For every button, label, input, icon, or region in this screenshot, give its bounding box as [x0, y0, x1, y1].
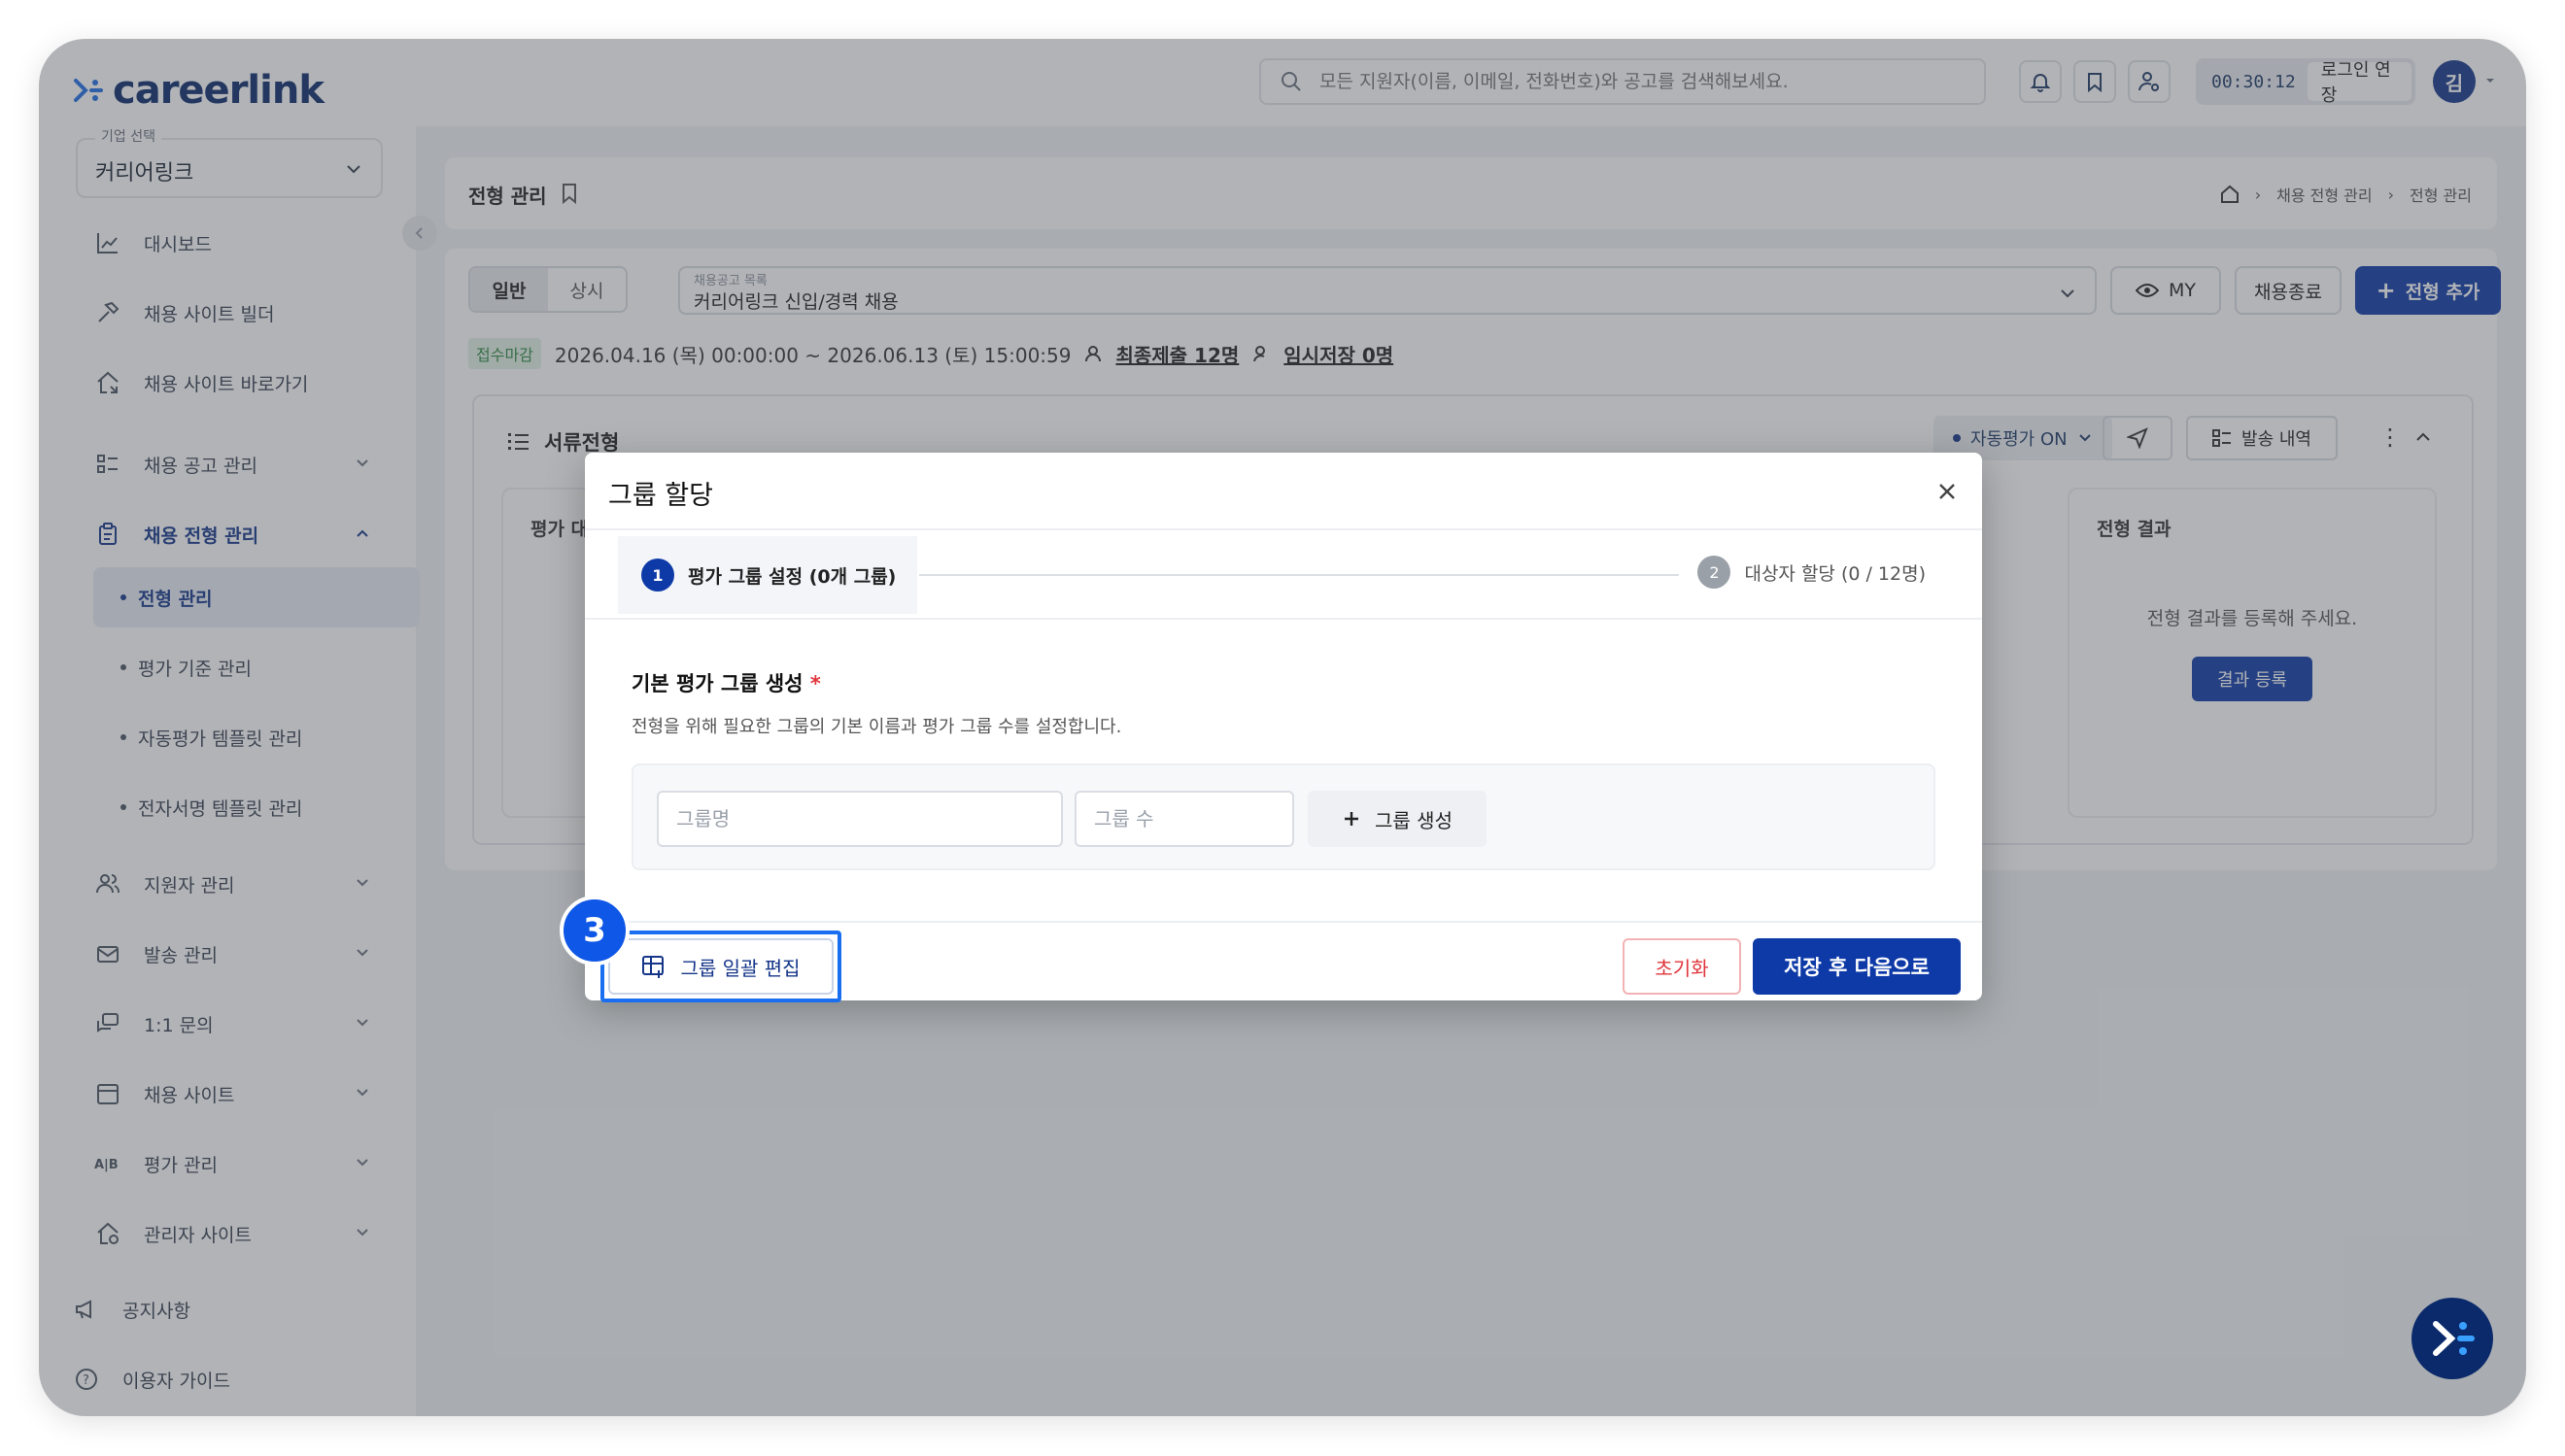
- group-name-input[interactable]: [676, 807, 1061, 830]
- reset-button[interactable]: 초기화: [1623, 938, 1741, 995]
- bulk-edit-label: 그룹 일괄 편집: [680, 956, 801, 980]
- step-1-label: 평가 그룹 설정 (0개 그룹): [688, 565, 897, 588]
- step-1[interactable]: 1 평가 그룹 설정 (0개 그룹): [618, 536, 918, 614]
- close-button[interactable]: [1932, 476, 1963, 507]
- section-title: 기본 평가 그룹 생성 *: [632, 668, 821, 697]
- chat-logo-icon: [2433, 1321, 2475, 1356]
- close-icon: [1939, 484, 1955, 499]
- step-2-number: 2: [1697, 556, 1731, 589]
- bulk-edit-group-button[interactable]: 그룹 일괄 편집: [608, 938, 834, 995]
- step-1-number: 1: [641, 559, 674, 592]
- callout-number-badge: 3: [560, 896, 630, 965]
- group-assign-modal: 그룹 할당 1 평가 그룹 설정 (0개 그룹) 2 대상자 할당 (0 / 1…: [560, 453, 1982, 1002]
- table-edit-icon: [642, 956, 665, 978]
- modal-footer-divider: [585, 921, 1982, 923]
- group-count-field[interactable]: [1075, 791, 1294, 847]
- modal-title: 그룹 할당: [608, 481, 713, 511]
- modal-header: 그룹 할당: [585, 453, 1982, 530]
- step-divider: [919, 574, 1679, 576]
- stepper: 1 평가 그룹 설정 (0개 그룹) 2 대상자 할당 (0 / 12명): [585, 530, 1982, 620]
- group-name-field[interactable]: [657, 791, 1063, 847]
- step-2[interactable]: 2 대상자 할당 (0 / 12명): [1697, 556, 1926, 589]
- plus-icon: [1345, 812, 1359, 826]
- chat-launcher-button[interactable]: [2411, 1298, 2493, 1379]
- app-window: careerlink 00:30:12 로그인 연장 김 기업 선택 커리어링크: [39, 39, 2526, 1416]
- section-title-text: 기본 평가 그룹 생성: [632, 672, 804, 695]
- create-group-label: 그룹 생성: [1375, 808, 1453, 832]
- group-form: 그룹 생성: [632, 763, 1935, 870]
- section-description: 전형을 위해 필요한 그룹의 기본 이름과 평가 그룹 수를 설정합니다.: [632, 717, 1122, 737]
- save-next-button[interactable]: 저장 후 다음으로: [1753, 938, 1961, 995]
- required-mark: *: [809, 672, 821, 695]
- group-count-input[interactable]: [1094, 807, 1292, 830]
- create-group-button[interactable]: 그룹 생성: [1308, 791, 1487, 847]
- step-2-label: 대상자 할당 (0 / 12명): [1744, 562, 1926, 585]
